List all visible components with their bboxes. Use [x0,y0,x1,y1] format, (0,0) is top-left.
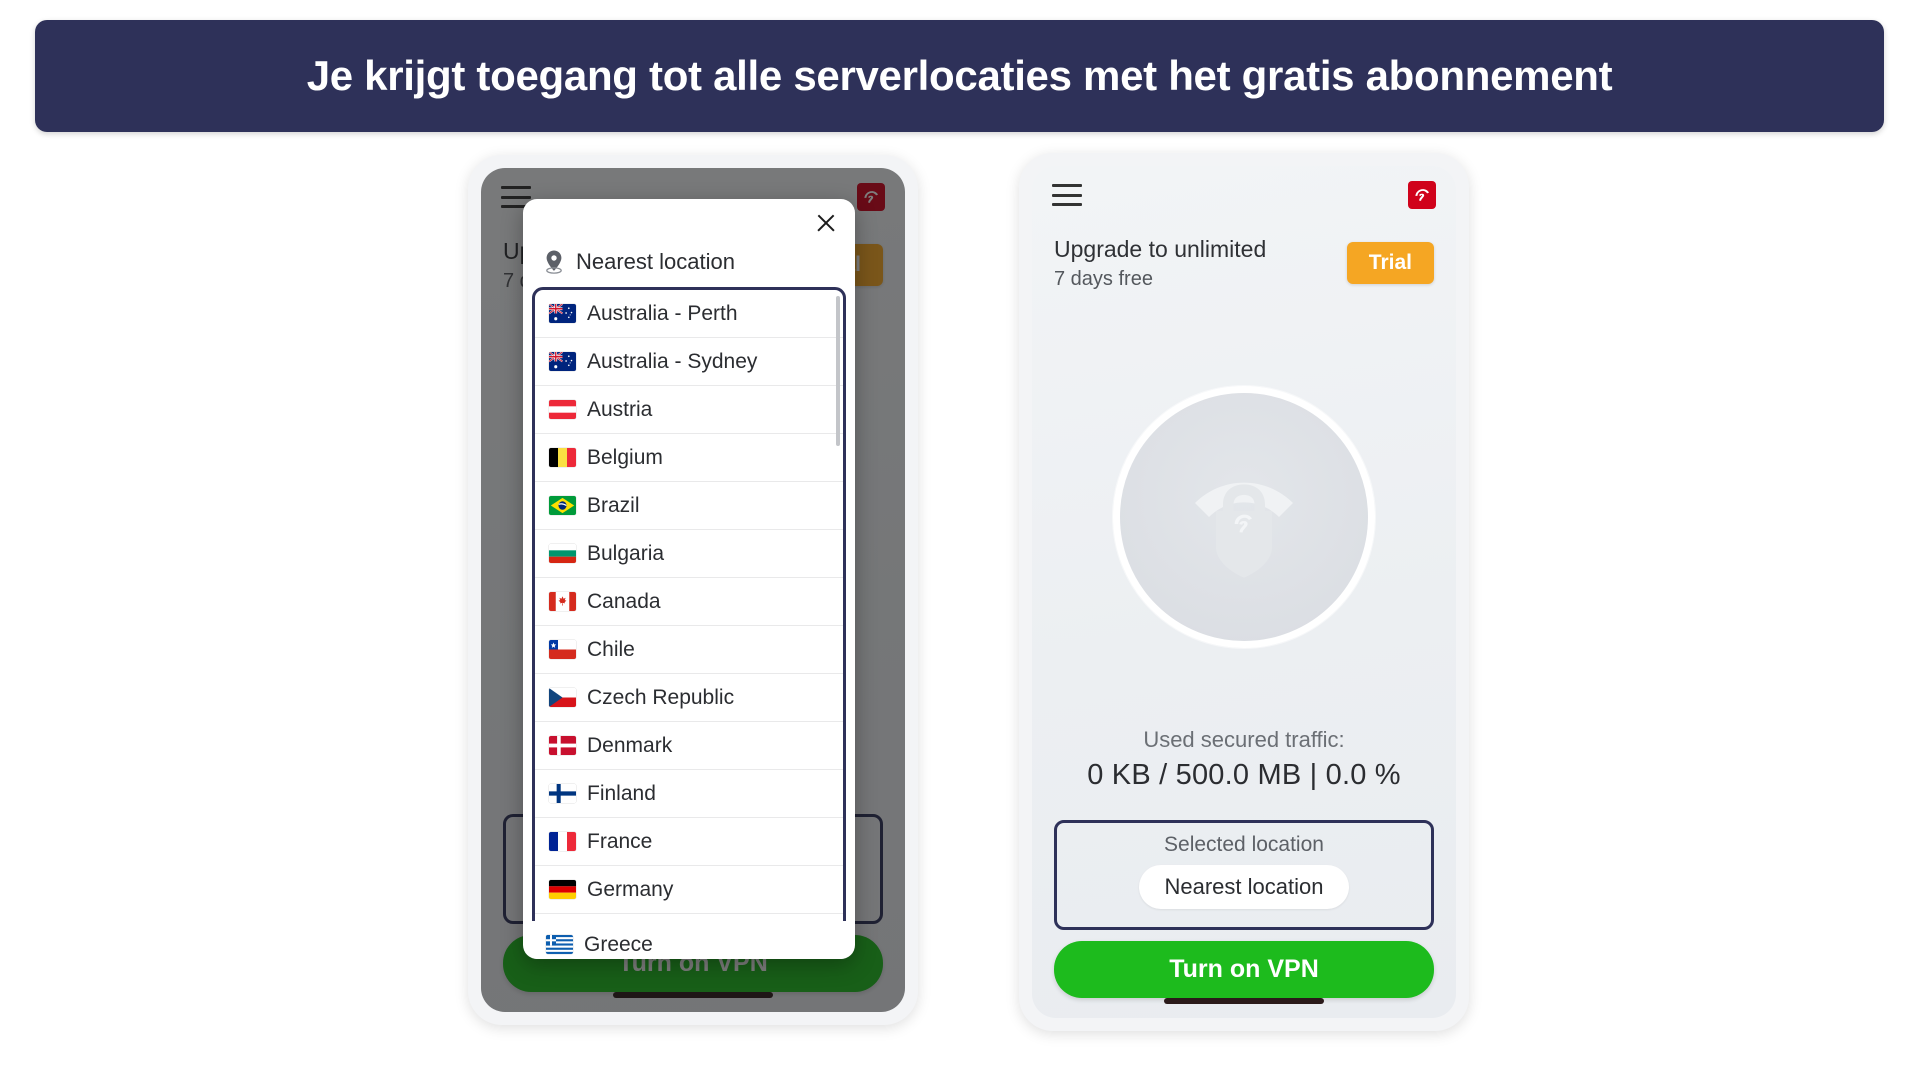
location-list-scrollbar[interactable] [836,296,840,941]
location-item-label: Greece [584,932,653,956]
location-item-label: Belgium [587,445,663,469]
flag-icon-cz [549,688,576,707]
location-list-scrollbar-thumb[interactable] [836,296,840,446]
location-list[interactable]: Australia - Perth Australia - Sydney Austr… [535,290,843,947]
vpn-shield-wifi-lock-icon [1195,482,1293,578]
flag-icon-de [549,880,576,899]
flag-icon-at [549,400,576,419]
location-list-item[interactable]: Austria [535,386,843,434]
nearest-location-label: Nearest location [576,249,735,274]
phone-mockup-right: Upgrade to unlimited 7 days free Trial U… [1019,153,1469,1031]
location-list-item[interactable]: Denmark [535,722,843,770]
map-pin-icon [546,250,562,274]
phone-screen-right: Upgrade to unlimited 7 days free Trial U… [1032,166,1456,1018]
vpn-status-circle-right [1113,386,1375,649]
location-list-item[interactable]: Greece [532,921,846,959]
location-list-item[interactable]: Czech Republic [535,674,843,722]
location-list-item[interactable]: Belgium [535,434,843,482]
vpn-status-icon-wrap-right [1032,307,1456,727]
location-item-label: Australia - Perth [587,301,738,325]
location-item-label: Canada [587,589,661,613]
location-list-item[interactable]: Germany [535,866,843,914]
traffic-label-right: Used secured traffic: [1143,727,1345,752]
location-item-label: Chile [587,637,635,661]
location-list-item[interactable]: Finland [535,770,843,818]
flag-icon-au [549,304,576,323]
location-item-label: Brazil [587,493,640,517]
selected-location-value-right[interactable]: Nearest location [1138,865,1350,909]
location-list-item[interactable]: Bulgaria [535,530,843,578]
location-item-label: Austria [587,397,653,421]
close-icon[interactable] [815,212,837,234]
location-item-label: France [587,829,653,853]
selected-location-label-right: Selected location [1164,833,1324,856]
location-item-label: Germany [587,877,674,901]
hamburger-icon[interactable] [1052,184,1082,206]
upgrade-title-right: Upgrade to unlimited [1054,236,1267,262]
headline-banner-text: Je krijgt toegang tot alle serverlocatie… [306,51,1613,99]
bottom-zone-right: Selected location Nearest location Turn … [1032,792,1456,1018]
upgrade-banner-right[interactable]: Upgrade to unlimited 7 days free Trial [1032,224,1456,307]
location-list-item[interactable]: Australia - Sydney [535,338,843,386]
flag-icon-gr [546,935,573,954]
location-item-label: Denmark [587,733,673,757]
location-item-label: Bulgaria [587,541,665,565]
location-picker-dialog: Nearest location Australia - Perth Austra… [523,199,855,959]
location-list-item[interactable]: Canada [535,578,843,626]
flag-icon-cl [549,640,576,659]
avira-umbrella-glyph [1415,189,1429,201]
flag-icon-be [549,448,576,467]
avira-logo-icon [1408,181,1436,209]
flag-icon-au [549,352,576,371]
location-list-item[interactable]: Brazil [535,482,843,530]
upgrade-text-block-right: Upgrade to unlimited 7 days free [1054,234,1266,291]
location-list-frame: Australia - Perth Australia - Sydney Austr… [532,287,846,950]
location-item-label: Australia - Sydney [587,349,758,373]
flag-icon-ca [549,592,576,611]
location-item-label: Finland [587,781,656,805]
app-topbar-right [1032,166,1456,224]
vpn-app-screen-right: Upgrade to unlimited 7 days free Trial U… [1032,166,1456,1018]
flag-icon-br [549,496,576,515]
trial-badge-right[interactable]: Trial [1346,241,1434,284]
location-item-label: Czech Republic [587,685,735,709]
selected-location-card-right[interactable]: Selected location Nearest location [1054,820,1434,930]
nearest-location-option[interactable]: Nearest location [523,247,855,287]
flag-icon-bg [549,544,576,563]
flag-icon-dk [549,736,576,755]
location-list-item[interactable]: Chile [535,626,843,674]
flag-icon-fr [549,832,576,851]
flag-icon-fi [549,784,576,803]
traffic-value-right: 0 KB / 500.0 MB | 0.0 % [1087,759,1401,791]
location-list-partial-item[interactable]: Greece [532,921,846,959]
home-indicator-right [1164,998,1324,1004]
traffic-block-right: Used secured traffic: 0 KB / 500.0 MB | … [1032,727,1456,792]
headline-banner: Je krijgt toegang tot alle serverlocatie… [35,20,1884,132]
location-list-item[interactable]: France [535,818,843,866]
location-list-item[interactable]: Australia - Perth [535,290,843,338]
dialog-close-row [523,199,855,247]
turn-on-vpn-button-right[interactable]: Turn on VPN [1054,941,1434,998]
upgrade-subtitle-right: 7 days free [1054,268,1153,291]
